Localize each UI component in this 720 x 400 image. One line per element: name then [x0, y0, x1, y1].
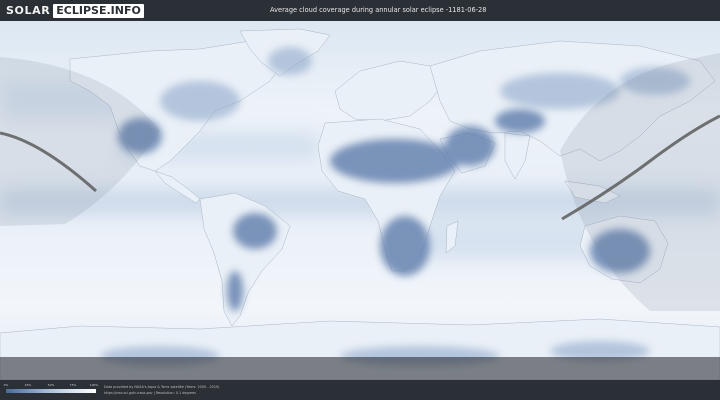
header-bar: SOLAR ECLIPSE.INFO Average cloud coverag…: [0, 0, 720, 21]
page-title: Average cloud coverage during annular so…: [270, 6, 487, 14]
logo-eclipse-info-text: ECLIPSE.INFO: [53, 3, 144, 18]
legend-tick: 0%: [3, 383, 9, 387]
site-logo[interactable]: SOLAR ECLIPSE.INFO: [6, 3, 144, 18]
cloud-coverage-legend-bar: [6, 389, 96, 393]
data-credit-line: Data provided by NASA's Aqua & Terra sat…: [104, 385, 220, 389]
legend-tick: 50%: [47, 383, 55, 387]
legend-tick: 100%: [89, 383, 99, 387]
data-source-link[interactable]: https://neo.sci.gsfc.nasa.gov | Resoluti…: [104, 391, 196, 395]
legend-tick: 25%: [24, 383, 32, 387]
logo-solar-text: SOLAR: [6, 4, 51, 17]
legend-tick: 75%: [69, 383, 77, 387]
night-shade-bottom: [0, 357, 720, 380]
eclipse-map-page: SOLAR ECLIPSE.INFO Average cloud coverag…: [0, 0, 720, 400]
footer-bar: [0, 380, 720, 400]
cloud-coverage-map: [0, 21, 720, 380]
